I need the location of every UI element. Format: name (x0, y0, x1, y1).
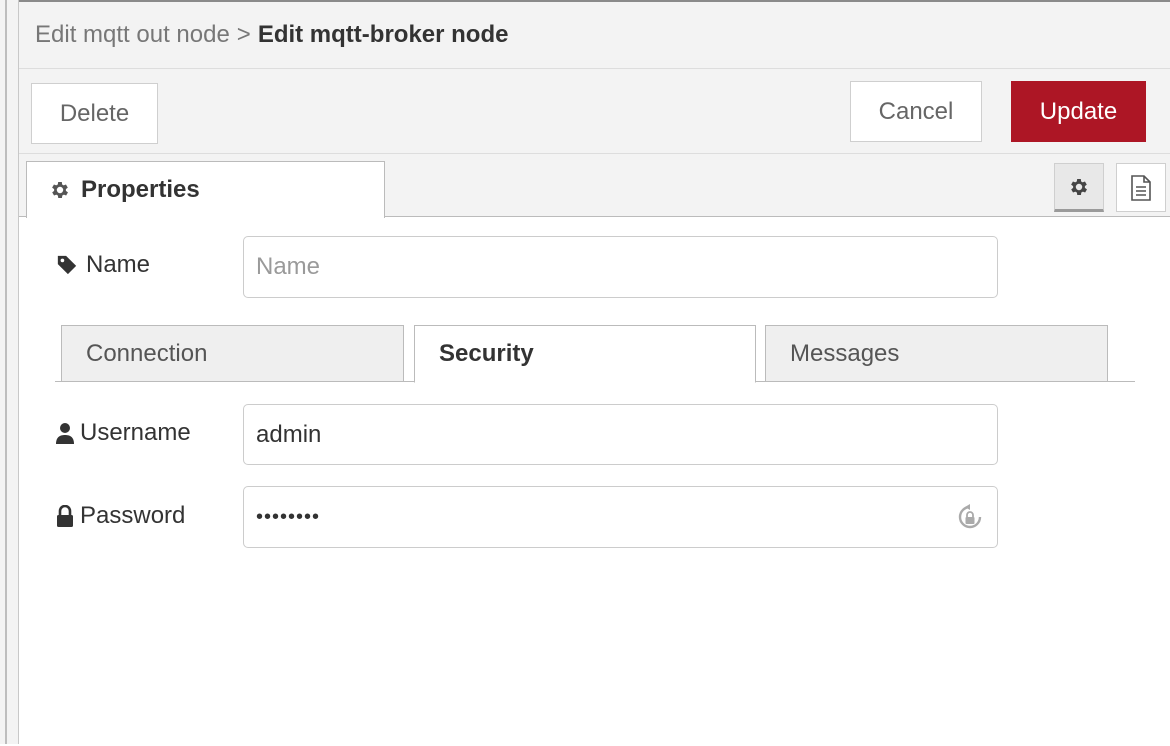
lock-icon (56, 505, 74, 527)
gear-icon (49, 179, 71, 201)
broker-subtabs: Connection Security Messages (55, 324, 1135, 383)
tray-header: Edit mqtt out node > Edit mqtt-broker node (19, 2, 1170, 69)
delete-button[interactable]: Delete (31, 83, 158, 144)
username-label: Username (56, 419, 191, 447)
subtab-security[interactable]: Security (414, 325, 756, 383)
password-label: Password (56, 502, 185, 530)
breadcrumb-separator: > (236, 21, 251, 48)
document-icon (1130, 174, 1152, 201)
node-description-button[interactable] (1116, 163, 1166, 212)
breadcrumb-current: Edit mqtt-broker node (257, 21, 509, 48)
name-input[interactable] (243, 236, 998, 298)
tab-properties-label: Properties (81, 176, 200, 203)
password-value: •••••••• (256, 505, 321, 528)
gear-icon (1068, 176, 1090, 198)
username-input[interactable] (243, 404, 998, 465)
user-icon (56, 422, 74, 444)
lock-rotate-icon[interactable] (957, 504, 983, 532)
node-settings-button[interactable] (1054, 163, 1104, 212)
tray-toolbar: Delete Cancel Update (19, 69, 1170, 154)
workspace-edge (0, 0, 19, 744)
cancel-button[interactable]: Cancel (850, 81, 982, 142)
tray-tab-strip: Properties (19, 154, 1170, 218)
name-label: Name (56, 251, 150, 279)
subtab-connection[interactable]: Connection (61, 325, 404, 382)
username-label-text: Username (80, 419, 191, 446)
tag-icon (56, 254, 78, 276)
edit-tray: Edit mqtt out node > Edit mqtt-broker node… (19, 0, 1170, 744)
update-button[interactable]: Update (1011, 81, 1146, 142)
breadcrumb: Edit mqtt out node > Edit mqtt-broker node (35, 21, 508, 49)
properties-panel: Name Connection Security Messages Userna… (19, 218, 1170, 746)
password-input[interactable]: •••••••• (243, 486, 998, 548)
name-label-text: Name (86, 251, 151, 278)
tab-properties[interactable]: Properties (26, 161, 385, 218)
subtab-messages[interactable]: Messages (765, 325, 1108, 382)
password-label-text: Password (80, 502, 186, 529)
breadcrumb-previous[interactable]: Edit mqtt out node (35, 21, 230, 48)
